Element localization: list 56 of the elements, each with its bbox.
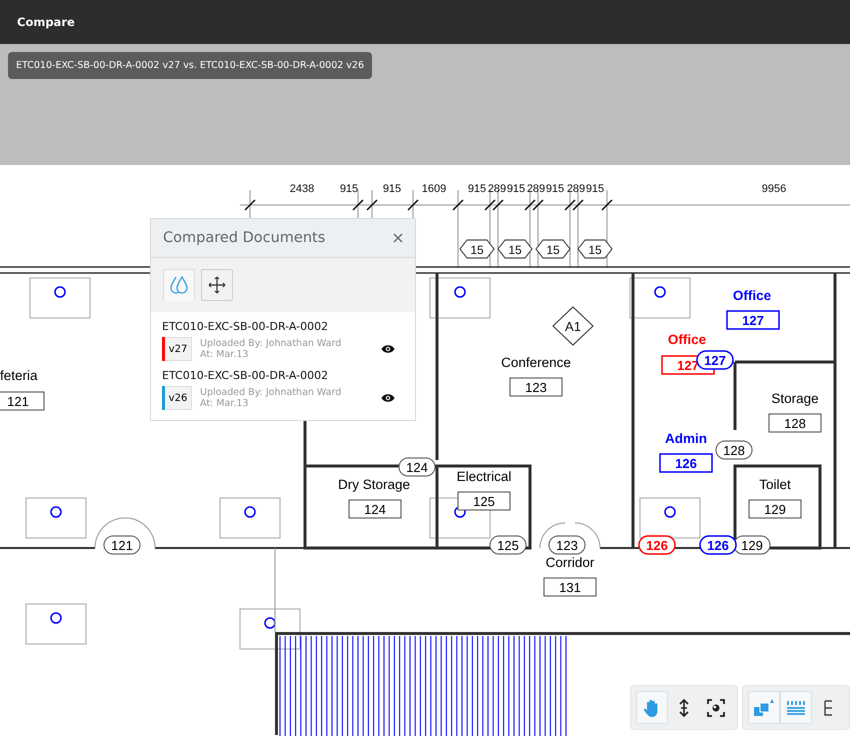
dimension-label: 289 <box>526 183 546 195</box>
room-name: Storage <box>771 391 819 406</box>
room-name: Dry Storage <box>338 477 410 492</box>
door-tag: 126 <box>699 535 737 555</box>
page-title: Compare <box>17 15 75 29</box>
room-name: feteria <box>0 368 38 383</box>
panel-title: Compared Documents <box>163 230 326 246</box>
door-tag: 128 <box>716 440 752 460</box>
grid-bubble: 15 <box>577 240 613 258</box>
room-name: Admin <box>665 431 707 446</box>
dimension-label: 1609 <box>422 183 446 195</box>
grid-bubble: 15 <box>497 240 533 258</box>
room-number: 121 <box>0 392 44 410</box>
door-tag: 127 <box>696 350 734 370</box>
door-tag: 126 <box>638 535 676 555</box>
upload-date: At: Mar.13 <box>200 398 250 409</box>
room-number: 131 <box>544 578 596 596</box>
grid-bubble: 15 <box>535 240 571 258</box>
room-number: 126 <box>659 453 713 473</box>
door-tag: 123 <box>548 536 586 554</box>
upload-date: At: Mar.13 <box>200 349 250 360</box>
room-name: Corridor <box>546 555 594 570</box>
door-tag: 121 <box>104 536 140 554</box>
room-name: Toilet <box>759 477 791 492</box>
room-number: 128 <box>768 414 822 432</box>
room-name: Conference <box>501 355 571 370</box>
dimension-label: 915 <box>586 183 604 195</box>
version-badge: v27 <box>165 337 192 361</box>
room-name: Office <box>732 288 772 303</box>
uploader-text: Uploaded By: Johnathan Ward <box>200 387 342 398</box>
dimension-label: 915 <box>506 183 526 195</box>
room-name: Office <box>668 332 706 347</box>
door-tag: 125 <box>490 536 526 554</box>
room-number: 129 <box>748 500 802 518</box>
dimension-label: 2438 <box>290 183 314 195</box>
document-name: ETC010-EXC-SB-00-DR-A-0002 <box>162 369 330 382</box>
section-marker: A1 <box>552 306 594 346</box>
dimension-label: 915 <box>546 183 564 195</box>
dimension-label: 915 <box>468 183 486 195</box>
dimension-label: 289 <box>566 183 586 195</box>
grid-bubble: 15 <box>459 240 495 258</box>
dimension-label: 915 <box>382 183 402 195</box>
comparison-chip: ETC010-EXC-SB-00-DR-A-0002 v27 vs. ETC010-EXC-SB-00-DR-A-0002 v26 <box>8 52 372 79</box>
room-number: 127 <box>726 310 780 330</box>
document-name: ETC010-EXC-SB-00-DR-A-0002 <box>162 320 330 333</box>
room-number: 124 <box>348 500 402 518</box>
door-tag: 129 <box>734 536 770 554</box>
uploader-text: Uploaded By: Johnathan Ward <box>200 338 342 349</box>
room-number: 125 <box>458 492 510 510</box>
door-tag: 124 <box>398 458 436 476</box>
dimension-label: 915 <box>340 183 358 195</box>
dimension-label: 289 <box>488 183 506 195</box>
version-badge: v26 <box>165 386 192 410</box>
room-number: 123 <box>510 378 562 396</box>
room-name: Electrical <box>456 469 512 484</box>
dimension-label: 9956 <box>762 183 786 195</box>
